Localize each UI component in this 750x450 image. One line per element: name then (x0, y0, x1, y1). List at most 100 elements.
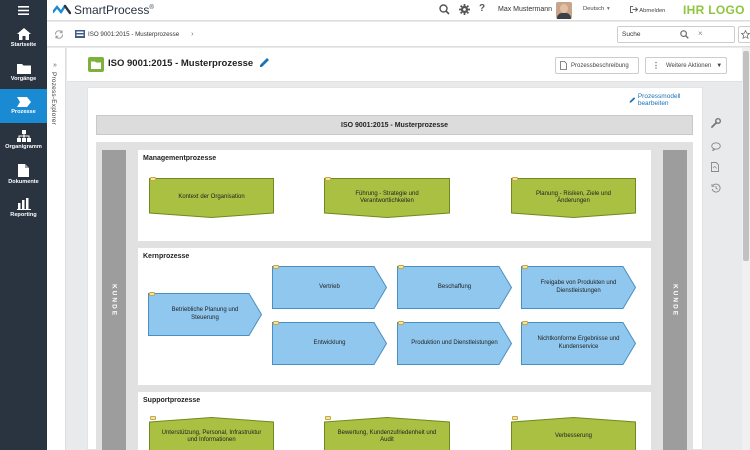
search-button[interactable] (439, 4, 450, 17)
more-actions-button[interactable]: ⋮ Weitere Aktionen ▼ (645, 57, 727, 74)
folder-icon (522, 321, 528, 325)
chevron-down-icon: ▼ (605, 6, 611, 12)
language-select[interactable]: Deutsch ▼ (583, 6, 611, 12)
process-support-3[interactable]: Verbesserung (511, 416, 636, 450)
page-scrollbar[interactable] (742, 48, 750, 450)
nav-label: Startseite (10, 42, 37, 48)
nav-item-vorgaenge[interactable]: Vorgänge (0, 55, 47, 89)
folder-icon (512, 416, 518, 420)
customer-logo: IHR LOGO (683, 3, 745, 17)
app-logo[interactable]: SmartProcess® (53, 3, 154, 17)
folder-icon (273, 321, 279, 325)
search-input[interactable] (618, 27, 688, 42)
close-icon[interactable]: × (698, 29, 703, 38)
folder-icon (325, 177, 331, 181)
process-core-4[interactable]: Freigabe von Produkten und Dienstleistun… (521, 265, 636, 309)
logout-icon (630, 6, 639, 13)
nav-label: Prozesse (11, 109, 36, 115)
nav-item-prozesse[interactable]: Prozesse (0, 89, 47, 123)
nav-item-organigramm[interactable]: Organigramm (0, 123, 47, 157)
search-field[interactable]: × (617, 26, 735, 43)
process-core-2[interactable]: Vertrieb (272, 265, 387, 309)
folder-icon (273, 265, 279, 269)
tools-button[interactable] (711, 118, 721, 130)
refresh-icon (55, 30, 63, 39)
smartprocess-logo-icon (53, 4, 71, 15)
document-icon (18, 163, 29, 177)
page-header: ISO 9001:2015 - Musterprozesse Prozessbe… (67, 48, 742, 82)
core-section: Kernprozesse Betriebliche Planung und St… (138, 248, 651, 385)
search-icon[interactable] (680, 30, 689, 41)
scrollbar-thumb[interactable] (743, 51, 749, 261)
process-core-3[interactable]: Beschaffung (397, 265, 512, 309)
breadcrumb-item[interactable]: ISO 9001:2015 - Musterprozesse (88, 31, 179, 38)
settings-button[interactable] (459, 4, 470, 17)
more-vertical-icon: ⋮ (652, 61, 660, 70)
nav-item-reporting[interactable]: Reporting (0, 191, 47, 225)
home-icon (16, 28, 31, 40)
avatar[interactable] (556, 2, 572, 19)
pdf-icon (711, 162, 719, 172)
app-name: SmartProcess® (74, 3, 154, 17)
org-chart-icon (16, 130, 31, 142)
process-support-1[interactable]: Unterstützung, Personal, Infrastruktur u… (149, 416, 274, 450)
chevron-right-icon[interactable]: » (53, 62, 57, 69)
process-map-header: ISO 9001:2015 - Musterprozesse (96, 115, 693, 135)
process-management-1[interactable]: Kontext der Organisation (149, 177, 274, 218)
nav-label: Dokumente (8, 178, 39, 185)
process-management-2[interactable]: Führung - Strategie und Verantwortlichke… (324, 177, 450, 218)
history-button[interactable] (711, 183, 721, 195)
section-title: Managementprozesse (143, 155, 217, 162)
refresh-button[interactable] (54, 30, 64, 41)
comments-button[interactable] (711, 142, 721, 153)
nav-item-dokumente[interactable]: Dokumente (0, 157, 47, 191)
pdf-export-button[interactable] (711, 162, 719, 174)
customer-lane-left: KUNDE (102, 150, 126, 450)
process-support-2[interactable]: Bewertung, Kundenzufriedenheit und Audit (324, 416, 450, 450)
logout-button[interactable]: Abmelden (630, 6, 665, 14)
section-title: Supportprozesse (143, 397, 201, 404)
help-icon[interactable]: ? (479, 3, 485, 14)
edit-process-model-link[interactable]: Prozessmodell bearbeiten (629, 93, 702, 107)
bar-chart-icon (16, 198, 31, 210)
folder-icon (325, 416, 331, 420)
wrench-icon (711, 118, 721, 128)
menu-button[interactable] (0, 0, 47, 21)
nav-label: Organigramm (5, 144, 42, 150)
process-map-canvas: Prozessmodell bearbeiten ISO 9001:2015 -… (87, 87, 703, 450)
folder-icon (150, 416, 156, 420)
main-navigation: Startseite Vorgänge Prozesse Organigramm… (0, 0, 47, 450)
process-core-6[interactable]: Produktion und Dienstleistungen (397, 321, 512, 365)
hamburger-icon (18, 6, 29, 15)
process-core-1[interactable]: Betriebliche Planung und Steuerung (148, 292, 262, 336)
chevron-right-icon[interactable]: › (191, 31, 193, 38)
support-section: Supportprozesse Unterstützung, Personal,… (138, 392, 651, 450)
folder-icon (522, 265, 528, 269)
folder-icon (512, 177, 518, 181)
pencil-icon (260, 58, 269, 67)
nav-item-startseite[interactable]: Startseite (0, 21, 47, 55)
process-core-5[interactable]: Entwicklung (272, 321, 387, 365)
user-name[interactable]: Max Mustermann (498, 6, 552, 13)
search-icon (439, 4, 450, 15)
breadcrumb[interactable]: ISO 9001:2015 - Musterprozesse › (75, 30, 194, 38)
folder-icon (398, 265, 404, 269)
process-description-button[interactable]: Prozessbeschreibung (555, 57, 639, 74)
process-icon (16, 97, 31, 107)
folder-icon (16, 63, 31, 74)
section-title: Kernprozesse (143, 253, 190, 260)
nav-label: Vorgänge (10, 75, 37, 82)
chevron-down-icon: ▼ (716, 62, 723, 69)
customer-lane-right: KUNDE (663, 150, 687, 450)
process-management-3[interactable]: Planung - Risiken, Ziele und Änderungen (511, 177, 636, 218)
process-diagram: KUNDE KUNDE Managementprozesse Kontext d… (96, 142, 693, 450)
management-section: Managementprozesse Kontext der Organisat… (138, 150, 651, 241)
folder-icon (88, 57, 104, 72)
favorite-button[interactable] (738, 26, 750, 43)
edit-title-button[interactable] (259, 57, 270, 70)
process-map-icon (75, 30, 85, 38)
process-explorer-toggle[interactable]: » Prozess-Explorer (47, 48, 66, 450)
process-explorer-label[interactable]: Prozess-Explorer (50, 72, 57, 125)
comment-icon (711, 142, 721, 152)
process-core-7[interactable]: Nichtkonforme Ergebnisse und Kundenservi… (521, 321, 636, 365)
